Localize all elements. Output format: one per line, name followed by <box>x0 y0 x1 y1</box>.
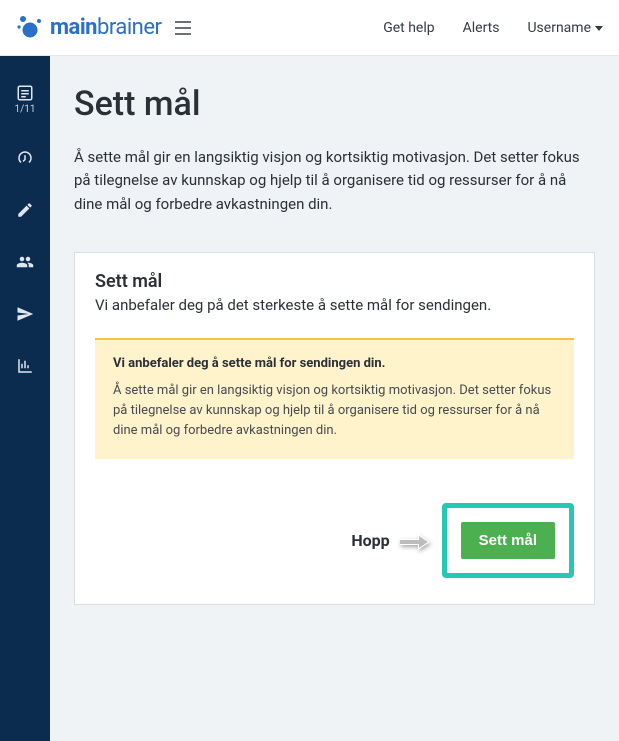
alert-title: Vi anbefaler deg å sette mål for sending… <box>113 356 556 371</box>
main-content: Sett mål Å sette mål gir en langsiktig v… <box>50 56 619 741</box>
list-icon <box>16 84 34 102</box>
card-title: Sett mål <box>95 271 574 292</box>
app-header: mainbrainer Get help Alerts Username <box>0 0 619 56</box>
alerts-link[interactable]: Alerts <box>463 20 500 36</box>
highlight-box: Sett mål <box>442 503 574 578</box>
brand-name: mainbrainer <box>50 15 161 40</box>
people-icon <box>16 253 34 271</box>
logo-mark-icon <box>16 14 44 42</box>
arrow-right-icon <box>400 533 432 549</box>
sidebar-step-indicator[interactable]: 1/11 <box>0 84 50 115</box>
sidebar-analytics[interactable] <box>0 357 50 375</box>
sidebar-dashboard[interactable] <box>0 149 50 167</box>
header-nav: Get help Alerts Username <box>383 20 603 36</box>
sidebar-people[interactable] <box>0 253 50 271</box>
sidebar: 1/11 <box>0 56 50 741</box>
page-intro: Å sette mål gir en langsiktig visjon og … <box>74 146 595 216</box>
brand-logo: mainbrainer <box>16 14 161 42</box>
card-subtitle: Vi anbefaler deg på det sterkeste å sett… <box>95 296 574 314</box>
alert-body: Å sette mål gir en langsiktig visjon og … <box>113 381 556 441</box>
set-goal-button[interactable]: Sett mål <box>461 522 555 559</box>
sidebar-send[interactable] <box>0 305 50 323</box>
username-label: Username <box>527 20 591 36</box>
bar-chart-icon <box>16 357 34 375</box>
menu-toggle-icon[interactable] <box>175 21 191 35</box>
card-footer: Hopp Sett mål <box>95 503 574 578</box>
skip-button[interactable]: Hopp <box>351 531 389 550</box>
recommendation-alert: Vi anbefaler deg å sette mål for sending… <box>95 338 574 459</box>
step-count: 1/11 <box>15 104 36 115</box>
chevron-down-icon <box>595 26 603 31</box>
get-help-link[interactable]: Get help <box>383 20 434 36</box>
pencil-icon <box>16 201 34 219</box>
paper-plane-icon <box>16 305 34 323</box>
user-menu[interactable]: Username <box>527 20 603 36</box>
page-title: Sett mål <box>74 84 595 124</box>
goal-card: Sett mål Vi anbefaler deg på det sterkes… <box>74 252 595 605</box>
sidebar-edit[interactable] <box>0 201 50 219</box>
gauge-icon <box>16 149 34 167</box>
